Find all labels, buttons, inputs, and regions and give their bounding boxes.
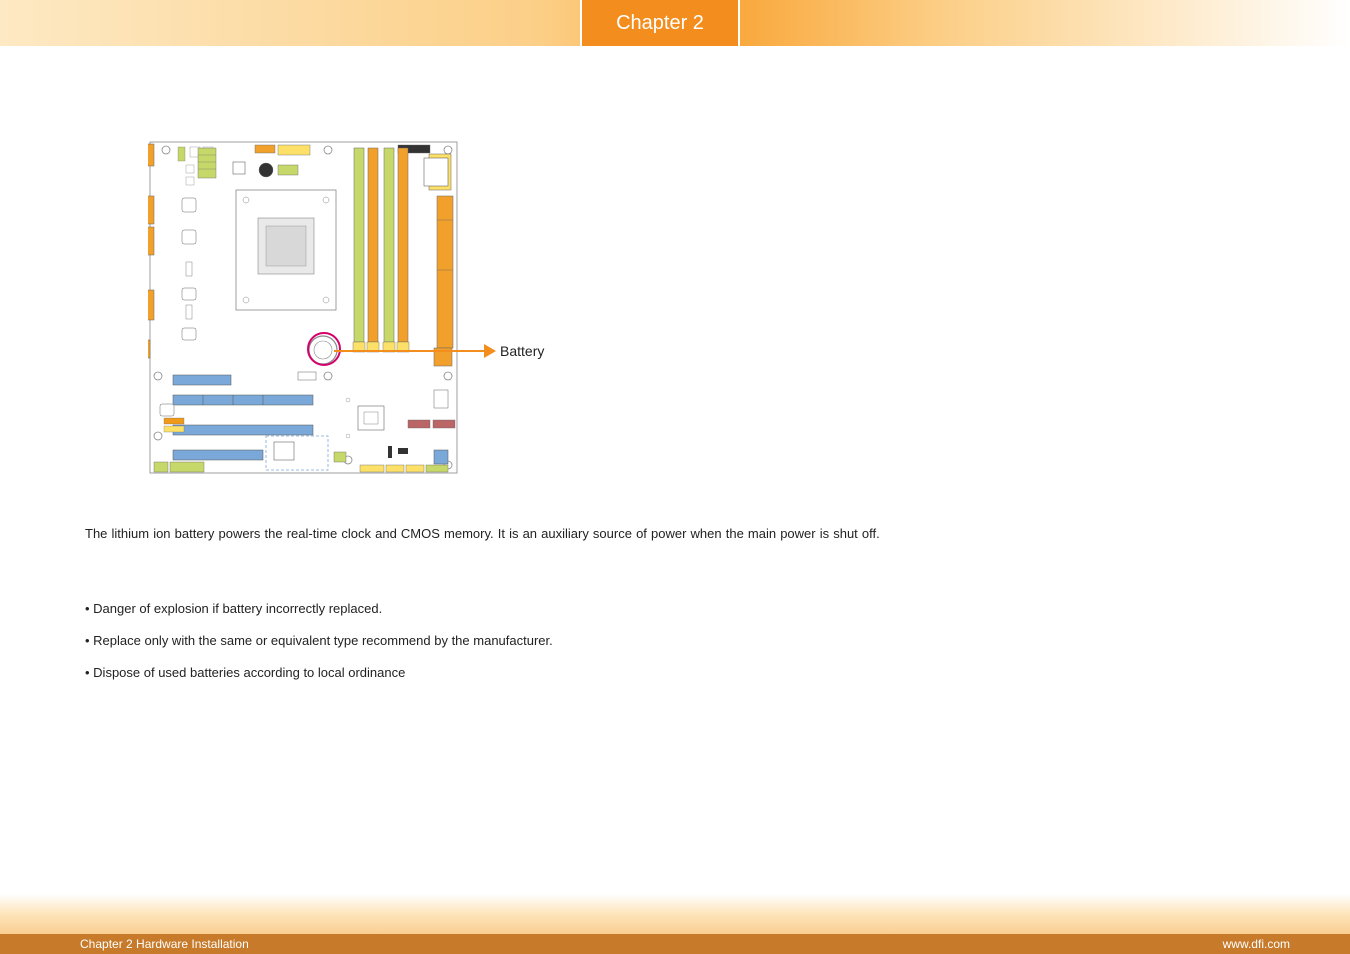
footer-bar: Chapter 2 Hardware Installation www.dfi.… bbox=[0, 934, 1350, 954]
safety-bullet: • Dispose of used batteries according to… bbox=[85, 665, 905, 680]
callout-line bbox=[334, 350, 484, 352]
motherboard-diagram bbox=[148, 140, 459, 475]
battery-description: The lithium ion battery powers the real-… bbox=[85, 525, 895, 543]
chapter-tab: Chapter 2 bbox=[580, 0, 740, 46]
safety-measures-list: • Danger of explosion if battery incorre… bbox=[85, 601, 905, 680]
safety-bullet: • Danger of explosion if battery incorre… bbox=[85, 601, 905, 616]
arrow-right-icon bbox=[484, 344, 496, 358]
callout-label-battery: Battery bbox=[500, 343, 544, 359]
safety-bullet: • Replace only with the same or equivale… bbox=[85, 633, 905, 648]
page-content: The lithium ion battery powers the real-… bbox=[85, 525, 905, 697]
footer-url: www.dfi.com bbox=[1223, 937, 1290, 951]
footer-chapter-title: Chapter 2 Hardware Installation bbox=[80, 937, 249, 951]
